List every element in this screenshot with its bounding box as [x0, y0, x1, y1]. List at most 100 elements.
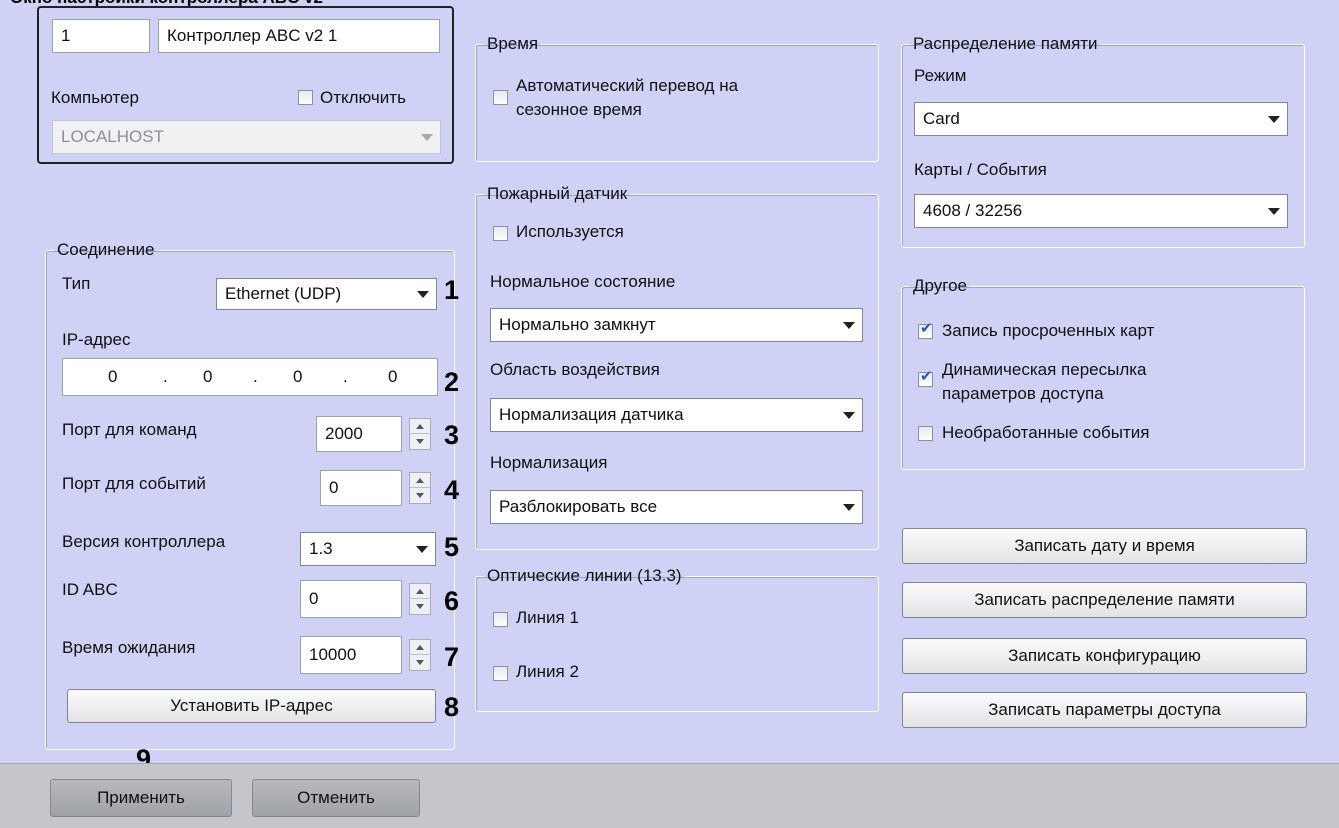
ip-dot: .: [163, 367, 168, 386]
check-icon: ✔: [920, 320, 933, 337]
id-abc-input[interactable]: 0: [300, 580, 402, 618]
connection-legend: Соединение: [57, 240, 155, 259]
chevron-down-icon: [421, 134, 433, 141]
computer-label: Компьютер: [51, 88, 139, 107]
write-config-button[interactable]: Записать конфигурацию: [902, 638, 1307, 674]
stepper-down-icon[interactable]: [410, 655, 430, 670]
computer-select-value: LOCALHOST: [61, 127, 164, 146]
connection-type-select[interactable]: Ethernet (UDP): [216, 278, 437, 310]
time-group: Время: [475, 34, 879, 162]
callout-6: 6: [444, 586, 460, 616]
dynamic-forward-label-line2: параметров доступа: [942, 384, 1104, 403]
write-access-button[interactable]: Записать параметры доступа: [902, 692, 1307, 728]
callout-2: 2: [444, 367, 460, 397]
optical-lines-group: Оптические линии (13.3): [475, 566, 879, 712]
write-memory-button[interactable]: Записать распределение памяти: [902, 582, 1307, 618]
stepper-down-icon[interactable]: [410, 488, 430, 503]
check-icon: ✔: [920, 368, 933, 385]
line1-checkbox[interactable]: [493, 612, 508, 627]
stepper-down-icon[interactable]: [410, 434, 430, 449]
chevron-down-icon: [843, 412, 855, 419]
set-ip-button[interactable]: Установить IP-адрес: [67, 689, 436, 723]
device-number-field[interactable]: 1: [52, 19, 150, 53]
dynamic-forward-label-line1: Динамическая пересылка: [942, 360, 1147, 379]
normal-state-label: Нормальное состояние: [490, 272, 676, 291]
normalization-select[interactable]: Разблокировать все: [490, 490, 863, 524]
controller-version-label: Версия контроллера: [62, 532, 226, 551]
disable-checkbox[interactable]: [298, 90, 313, 105]
raw-events-label: Необработанные события: [942, 423, 1150, 442]
fire-used-checkbox[interactable]: [493, 226, 508, 241]
area-value: Нормализация датчика: [499, 405, 684, 424]
mode-label: Режим: [914, 66, 967, 85]
id-abc-label: ID ABC: [62, 580, 118, 599]
line2-checkbox[interactable]: [493, 666, 508, 681]
write-datetime-button[interactable]: Записать дату и время: [902, 528, 1307, 564]
computer-select[interactable]: LOCALHOST: [52, 120, 441, 154]
disable-label: Отключить: [320, 88, 406, 107]
ip-octet-4: 0: [388, 367, 398, 386]
dst-checkbox[interactable]: [493, 90, 508, 105]
cmd-port-input[interactable]: 2000: [316, 416, 402, 452]
line2-label: Линия 2: [516, 662, 579, 681]
raw-events-checkbox[interactable]: [918, 426, 933, 441]
apply-button[interactable]: Применить: [50, 779, 232, 817]
event-port-label: Порт для событий: [62, 474, 206, 493]
chevron-down-icon: [1268, 208, 1280, 215]
cards-events-label: Карты / События: [914, 160, 1047, 179]
stepper-up-icon[interactable]: [410, 640, 430, 655]
chevron-down-icon: [1268, 116, 1280, 123]
stepper-down-icon[interactable]: [410, 599, 430, 614]
time-legend: Время: [487, 34, 539, 53]
controller-version-value: 1.3: [309, 539, 333, 558]
chevron-down-icon: [843, 504, 855, 511]
mode-select[interactable]: Card: [914, 102, 1288, 136]
ip-octet-2: 0: [203, 367, 213, 386]
normalization-value: Разблокировать все: [499, 497, 658, 516]
expired-cards-checkbox[interactable]: ✔: [918, 320, 933, 339]
ip-octet-1: 0: [108, 367, 118, 386]
normal-state-select[interactable]: Нормально замкнут: [490, 308, 863, 342]
type-label: Тип: [62, 274, 91, 293]
timeout-input[interactable]: 10000: [300, 636, 402, 674]
id-abc-stepper[interactable]: [409, 583, 431, 615]
chevron-down-icon: [416, 546, 428, 553]
event-port-stepper[interactable]: [409, 472, 431, 504]
callout-1: 1: [444, 275, 460, 305]
area-label: Область воздействия: [490, 360, 660, 379]
area-select[interactable]: Нормализация датчика: [490, 398, 863, 432]
callout-3: 3: [444, 420, 460, 450]
dst-label-line1: Автоматический перевод на: [516, 76, 739, 95]
timeout-label: Время ожидания: [62, 638, 196, 657]
cmd-port-label: Порт для команд: [62, 420, 197, 439]
callout-7: 7: [444, 642, 460, 672]
settings-panel: 1 Контроллер ABC v2 1 Компьютер Отключит…: [0, 6, 1339, 773]
ip-dot: .: [253, 367, 258, 386]
device-name-field[interactable]: Контроллер ABC v2 1: [158, 19, 440, 53]
optical-lines-legend: Оптические линии (13.3): [487, 566, 682, 585]
ip-address-input[interactable]: 0 . 0 . 0 . 0: [62, 358, 438, 396]
callout-8: 8: [444, 692, 460, 722]
dynamic-forward-checkbox[interactable]: ✔: [918, 368, 933, 387]
cmd-port-stepper[interactable]: [409, 418, 431, 450]
ip-label: IP-адрес: [62, 330, 131, 349]
connection-type-value: Ethernet (UDP): [225, 284, 342, 303]
cards-events-select[interactable]: 4608 / 32256: [914, 194, 1288, 228]
fire-sensor-legend: Пожарный датчик: [487, 184, 628, 203]
stepper-up-icon[interactable]: [410, 584, 430, 599]
chevron-down-icon: [843, 322, 855, 329]
ip-dot: .: [343, 367, 348, 386]
cancel-button[interactable]: Отменить: [252, 779, 420, 817]
footer-bar: Применить Отменить: [0, 763, 1339, 828]
normalization-label: Нормализация: [490, 453, 608, 472]
callout-5: 5: [444, 532, 460, 562]
stepper-up-icon[interactable]: [410, 473, 430, 488]
event-port-input[interactable]: 0: [320, 470, 402, 506]
timeout-stepper[interactable]: [409, 639, 431, 671]
expired-cards-label: Запись просроченных карт: [942, 321, 1155, 340]
cards-events-value: 4608 / 32256: [923, 201, 1023, 220]
memory-legend: Распределение памяти: [913, 34, 1098, 53]
fire-used-label: Используется: [516, 222, 624, 241]
controller-version-select[interactable]: 1.3: [300, 532, 436, 566]
stepper-up-icon[interactable]: [410, 419, 430, 434]
